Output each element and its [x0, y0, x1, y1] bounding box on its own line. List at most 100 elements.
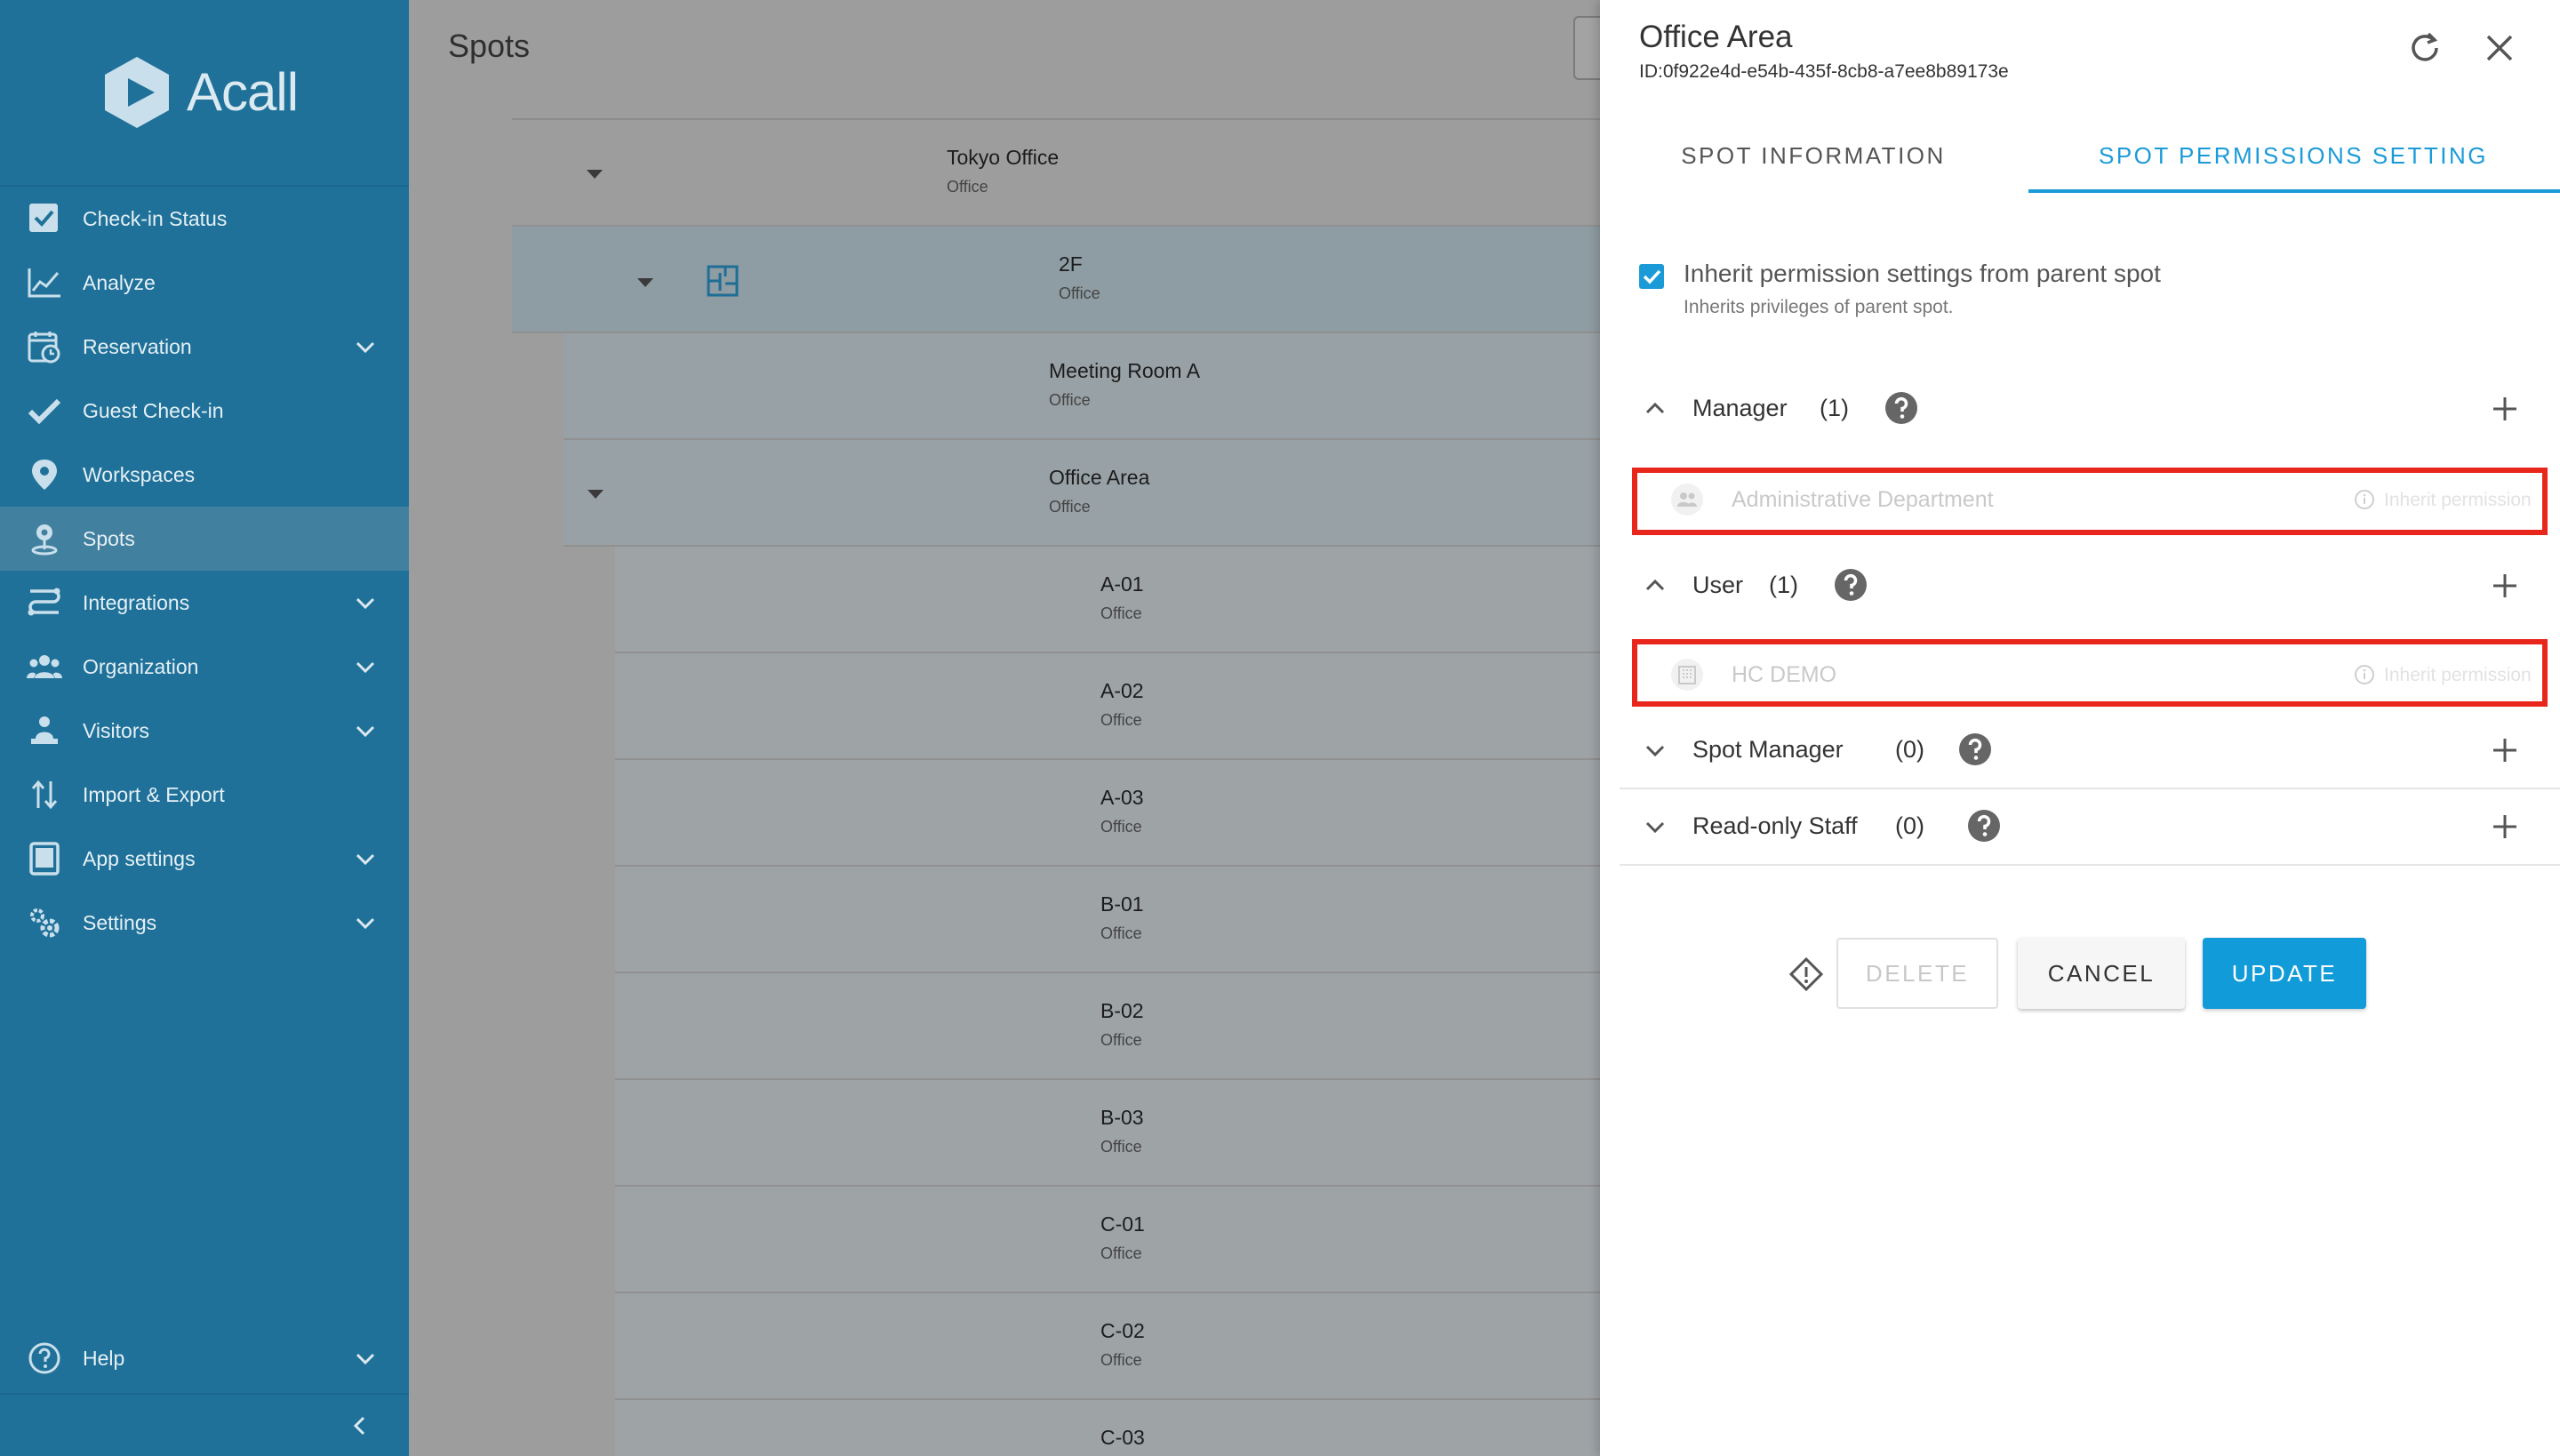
tree-row-a-02[interactable]: A-02 Office	[615, 653, 1600, 760]
map-pin-icon	[32, 460, 57, 490]
tree-item-name: A-03	[1100, 786, 1144, 809]
sidebar-item-reservation[interactable]: Reservation	[0, 315, 409, 379]
section-title: User	[1692, 572, 1744, 598]
help-icon[interactable]	[1967, 809, 2001, 843]
brand-logo[interactable]: Acall	[0, 0, 409, 187]
sidebar-item-visitors[interactable]: Visitors	[0, 699, 409, 763]
tablet-icon	[29, 842, 60, 876]
section-title: Read-only Staff	[1692, 812, 1858, 839]
chevron-down-icon	[356, 917, 375, 930]
update-button[interactable]: UPDATE	[2203, 938, 2366, 1009]
section-count: (0)	[1895, 736, 1924, 763]
tree-row-c-03[interactable]: C-03 Office	[615, 1400, 1600, 1456]
tree-row-b-01[interactable]: B-01 Office	[615, 867, 1600, 973]
chevron-down-icon[interactable]	[1643, 814, 1668, 839]
tree-item-type: Office	[1100, 1244, 1142, 1262]
sidebar: Acall Check-in Status Analyze Reservatio…	[0, 0, 409, 1456]
tree-item-type: Office	[1100, 1138, 1142, 1156]
tree-row-2f[interactable]: 2F Office	[512, 227, 1600, 333]
caret-down-icon[interactable]	[637, 278, 653, 287]
chevron-down-icon	[356, 341, 375, 354]
panel-title: Office Area	[1639, 20, 1793, 54]
chevron-up-icon[interactable]	[1643, 396, 1668, 421]
help-icon[interactable]	[1834, 568, 1868, 602]
sidebar-item-label: Import & Export	[83, 783, 225, 806]
sidebar-item-integrations[interactable]: Integrations	[0, 571, 409, 635]
section-count: (1)	[1769, 572, 1798, 598]
add-read-only-staff-icon[interactable]	[2491, 812, 2519, 841]
tree-row-tokyo-office[interactable]: Tokyo Office Office	[512, 120, 1600, 227]
tree-item-type: Office	[1100, 711, 1142, 729]
tree-item-type: Office	[1100, 1031, 1142, 1049]
floor-plan-icon	[707, 265, 739, 297]
tree-item-type: Office	[1059, 284, 1100, 302]
tree-row-office-area[interactable]: Office Area Office	[564, 440, 1600, 547]
tree-item-name: 2F	[1059, 252, 1083, 276]
chevron-up-icon[interactable]	[1643, 573, 1668, 598]
sidebar-item-label: Organization	[83, 655, 199, 678]
import-export-icon	[31, 780, 58, 810]
divider	[1620, 864, 2560, 866]
section-read-only-staff: Read-only Staff (0)	[1620, 789, 2535, 864]
tree-item-name: A-01	[1100, 572, 1144, 596]
tree-item-name: C-03	[1100, 1426, 1145, 1449]
chevron-down-icon[interactable]	[1643, 738, 1668, 763]
sidebar-item-workspaces[interactable]: Workspaces	[0, 443, 409, 507]
help-circle-icon	[28, 1342, 60, 1374]
sidebar-item-label: Spots	[83, 527, 135, 550]
caret-down-icon[interactable]	[587, 170, 603, 179]
sidebar-item-app-settings[interactable]: App settings	[0, 827, 409, 891]
spots-main-area: Spots Tokyo Office Office 2F Office Meet…	[409, 0, 1600, 1456]
tree-row-c-02[interactable]: C-02 Office	[615, 1293, 1600, 1400]
checkmark-icon	[28, 398, 61, 425]
tree-row-a-01[interactable]: A-01 Office	[615, 547, 1600, 653]
delete-button[interactable]: DELETE	[1836, 938, 1998, 1009]
visitor-icon	[31, 716, 58, 744]
inherit-permission-checkbox[interactable]	[1639, 264, 1664, 289]
tree-row-c-01[interactable]: C-01 Office	[615, 1187, 1600, 1293]
sidebar-collapse-button[interactable]	[0, 1393, 409, 1456]
sidebar-item-settings[interactable]: Settings	[0, 891, 409, 955]
tree-row-b-03[interactable]: B-03 Office	[615, 1080, 1600, 1187]
section-manager: Manager (1)	[1620, 372, 2535, 446]
tab-spot-permissions-setting[interactable]: SPOT PERMISSIONS SETTING	[2027, 140, 2560, 171]
tree-item-type: Office	[1100, 924, 1142, 942]
inherit-permission-label: Inherit permission settings from parent …	[1684, 260, 2161, 287]
sidebar-item-label: Workspaces	[83, 463, 196, 486]
sidebar-item-organization[interactable]: Organization	[0, 635, 409, 699]
refresh-icon[interactable]	[2407, 30, 2443, 66]
toolbar-button[interactable]	[1573, 16, 1600, 80]
add-spot-manager-icon[interactable]	[2491, 736, 2519, 764]
sidebar-item-guest-check-in[interactable]: Guest Check-in	[0, 379, 409, 443]
chevron-down-icon	[356, 597, 375, 610]
close-icon[interactable]	[2484, 32, 2516, 64]
tree-item-name: B-03	[1100, 1106, 1144, 1129]
sidebar-item-label: App settings	[83, 847, 196, 870]
tree-row-meeting-room-a[interactable]: Meeting Room A Office	[564, 333, 1600, 440]
tree-item-name: Tokyo Office	[947, 146, 1060, 169]
sidebar-item-label: Integrations	[83, 591, 190, 614]
sidebar-item-help[interactable]: Help	[0, 1326, 409, 1390]
sidebar-item-spots[interactable]: Spots	[0, 507, 409, 571]
gears-icon	[30, 908, 60, 938]
help-icon[interactable]	[1884, 391, 1918, 425]
sidebar-item-check-in-status[interactable]: Check-in Status	[0, 187, 409, 251]
sidebar-item-analyze[interactable]: Analyze	[0, 251, 409, 315]
warning-diamond-icon[interactable]	[1788, 956, 1824, 992]
sidebar-item-import-export[interactable]: Import & Export	[0, 763, 409, 827]
section-title: Manager	[1692, 395, 1788, 421]
caret-down-icon[interactable]	[588, 490, 604, 499]
sidebar-item-label: Help	[83, 1347, 125, 1370]
tree-row-b-02[interactable]: B-02 Office	[615, 973, 1600, 1080]
help-icon[interactable]	[1958, 732, 1992, 766]
sidebar-nav: Check-in Status Analyze Reservation Gues…	[0, 187, 409, 955]
tree-row-a-03[interactable]: A-03 Office	[615, 760, 1600, 867]
section-title: Spot Manager	[1692, 736, 1844, 763]
cancel-button[interactable]: CANCEL	[2018, 938, 2185, 1009]
tree-item-name: C-01	[1100, 1212, 1145, 1236]
add-user-icon[interactable]	[2491, 572, 2519, 600]
brand-name: Acall	[187, 62, 299, 122]
tab-spot-information[interactable]: SPOT INFORMATION	[1600, 140, 2027, 171]
add-manager-icon[interactable]	[2491, 395, 2519, 423]
highlight-box	[1632, 468, 2548, 535]
